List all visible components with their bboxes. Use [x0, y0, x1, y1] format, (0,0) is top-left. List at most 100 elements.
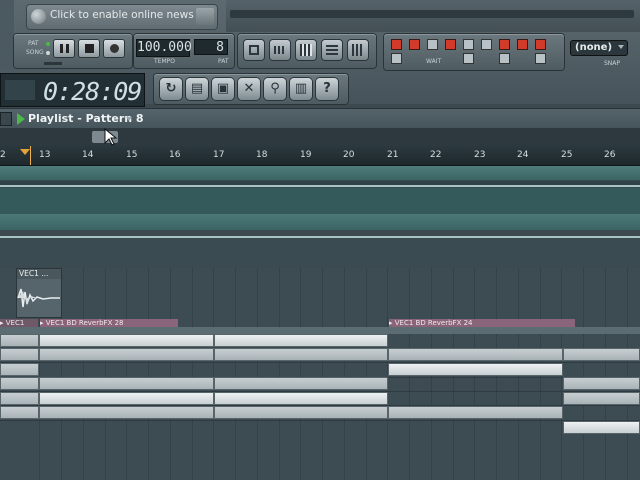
- mixdown-button[interactable]: ✕: [238, 78, 260, 100]
- playhead-marker-icon[interactable]: [20, 149, 30, 155]
- ruler-tick: 26: [604, 150, 616, 160]
- pattern-block[interactable]: [0, 406, 39, 419]
- pattern-block[interactable]: [39, 334, 214, 347]
- pattern-block[interactable]: [388, 363, 563, 376]
- piano-roll-icon: [300, 44, 312, 56]
- master-volume-slider[interactable]: [44, 62, 62, 65]
- pat-mode-led[interactable]: [46, 42, 50, 46]
- pattern-display[interactable]: 8: [194, 39, 228, 55]
- mixdown-icon: ✕: [243, 81, 255, 96]
- step-sequencer-button[interactable]: [270, 40, 290, 60]
- ruler-tick: 16: [169, 150, 181, 160]
- pattern-block[interactable]: [388, 406, 563, 419]
- news-expand-icon[interactable]: [196, 8, 214, 25]
- play-arrow-icon: [17, 113, 25, 125]
- loop-record-button[interactable]: [518, 40, 527, 49]
- ruler-tick: 25: [561, 150, 573, 160]
- news-text: Click to enable online news: [50, 9, 194, 21]
- online-news-button[interactable]: Click to enable online news: [26, 4, 218, 30]
- pattern-block[interactable]: [39, 377, 214, 390]
- playhead-line: [30, 146, 31, 165]
- pattern-block[interactable]: [0, 392, 39, 405]
- pattern-block[interactable]: [0, 363, 39, 376]
- tempo-display[interactable]: 100.000: [136, 39, 192, 57]
- record-button[interactable]: [104, 40, 124, 57]
- ruler-tick: 23: [474, 150, 486, 160]
- automation-track[interactable]: [0, 238, 640, 266]
- pattern-block[interactable]: [563, 421, 640, 434]
- save-button[interactable]: ▣: [212, 78, 234, 100]
- stop-button[interactable]: [79, 40, 99, 57]
- toolbar-top-strip: [226, 0, 640, 32]
- wait-before-record-button[interactable]: [410, 40, 419, 49]
- blend-notes-button[interactable]: [464, 40, 473, 49]
- typing-keyboard-button[interactable]: [482, 40, 491, 49]
- search-button[interactable]: ⚲: [264, 78, 286, 100]
- step-edit-button[interactable]: [446, 40, 455, 49]
- pattern-clip[interactable]: ▸ VEC1 BD ReverbFX 24: [389, 319, 575, 327]
- pattern-block[interactable]: [563, 377, 640, 390]
- pattern-block[interactable]: [39, 348, 214, 361]
- project-info-button[interactable]: ▥: [290, 78, 312, 100]
- pattern-block[interactable]: [563, 392, 640, 405]
- ruler-tick: 18: [256, 150, 268, 160]
- recording-filter-button[interactable]: [500, 40, 509, 49]
- grid-line: [583, 268, 584, 480]
- playlist-horizontal-scrollbar[interactable]: [0, 128, 640, 146]
- ruler-tick: 17: [213, 150, 225, 160]
- grid-line: [148, 268, 149, 480]
- grid-line: [279, 268, 280, 480]
- metronome-button[interactable]: [392, 40, 401, 49]
- stop-icon: [85, 44, 94, 53]
- timeline-ruler[interactable]: 2 13 14 15 16 17 18 19 20 21 22 23 24 25…: [0, 146, 640, 166]
- playlist-menu-icon[interactable]: [0, 112, 12, 126]
- tempo-label: TEMPO: [154, 58, 175, 65]
- pattern-block[interactable]: [39, 392, 214, 405]
- pattern-block[interactable]: [214, 348, 388, 361]
- pattern-block[interactable]: [0, 348, 39, 361]
- ruler-tick: 21: [387, 150, 399, 160]
- pattern-block[interactable]: [0, 377, 39, 390]
- record-icon: [110, 44, 119, 53]
- scroll-mode-button[interactable]: [464, 54, 473, 63]
- main-toolbar: Click to enable online news PAT SONG 100…: [0, 0, 640, 107]
- pattern-block[interactable]: [214, 392, 388, 405]
- pattern-block[interactable]: [214, 377, 388, 390]
- snap-select[interactable]: (none): [570, 40, 628, 56]
- grid-line: [192, 268, 193, 480]
- piano-roll-button[interactable]: [296, 40, 316, 60]
- audio-clip[interactable]: VEC1 ...: [16, 268, 62, 318]
- pattern-block[interactable]: [388, 348, 563, 361]
- pattern-clip[interactable]: ▸ VEC1: [0, 319, 38, 327]
- undo-button[interactable]: ↻: [160, 78, 182, 100]
- overdub-button[interactable]: [536, 54, 545, 63]
- chevron-down-icon[interactable]: [126, 117, 132, 121]
- pattern-block[interactable]: [214, 334, 388, 347]
- new-file-button[interactable]: ▤: [186, 78, 208, 100]
- mixer-button[interactable]: [348, 40, 368, 60]
- automation-track[interactable]: [0, 166, 640, 180]
- panic-button[interactable]: [500, 54, 509, 63]
- auto-scroll-button[interactable]: [536, 40, 545, 49]
- pattern-block[interactable]: [563, 348, 640, 361]
- position-mode-indicator: [5, 80, 35, 100]
- news-icon: [31, 9, 46, 24]
- song-mode-led[interactable]: [46, 51, 50, 55]
- countdown-button[interactable]: [428, 40, 437, 49]
- pattern-block[interactable]: [214, 406, 388, 419]
- grid-line: [235, 268, 236, 480]
- playlist-window-button[interactable]: [244, 40, 264, 60]
- cpu-meter-button[interactable]: [392, 54, 401, 63]
- pattern-block[interactable]: [0, 334, 39, 347]
- snap-value: (none): [575, 42, 613, 53]
- pattern-label: PAT: [218, 58, 229, 65]
- browser-button[interactable]: [322, 40, 342, 60]
- pause-button[interactable]: [54, 40, 74, 57]
- song-position-display[interactable]: 0:28:09: [0, 73, 145, 107]
- pattern-block[interactable]: [39, 406, 214, 419]
- automation-track[interactable]: [0, 188, 640, 214]
- pattern-clip[interactable]: ▸ VEC1 BD ReverbFX 28: [40, 319, 178, 327]
- automation-track[interactable]: [0, 214, 640, 230]
- master-scroll[interactable]: [230, 10, 634, 18]
- help-button[interactable]: ?: [316, 78, 338, 100]
